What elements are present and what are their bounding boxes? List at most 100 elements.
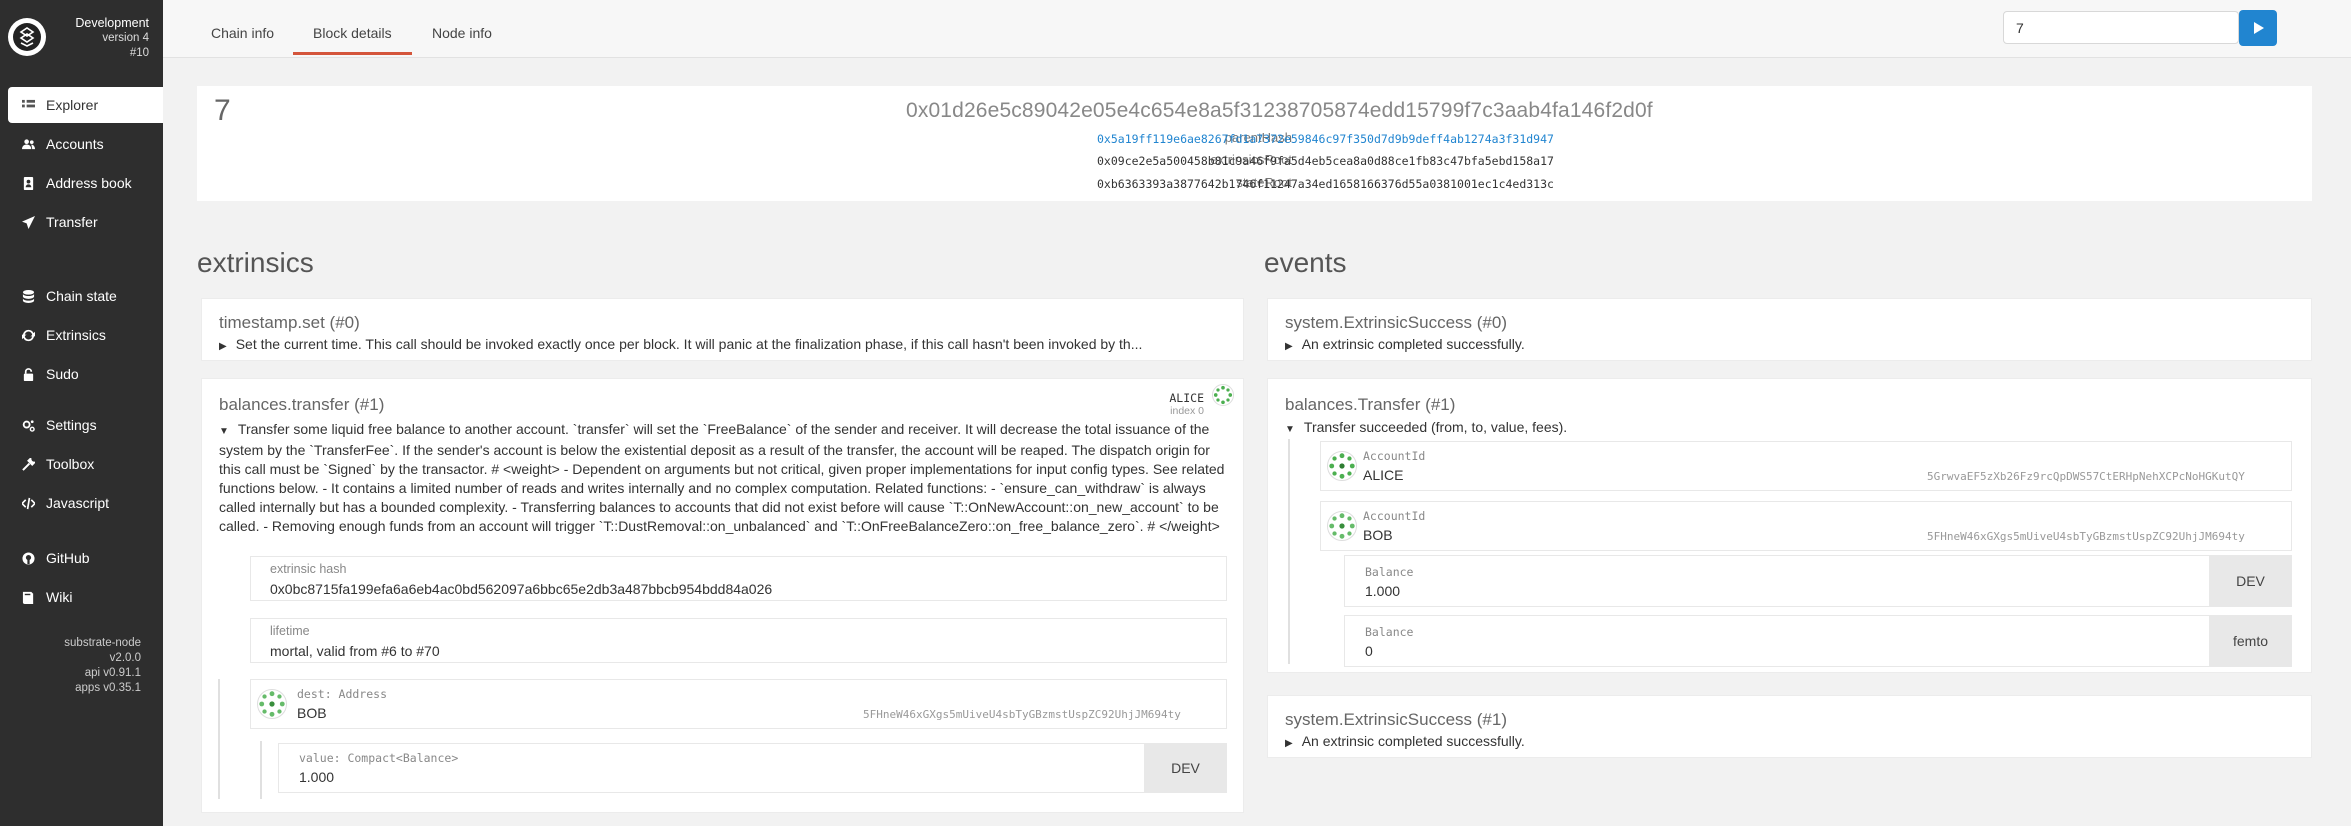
events-heading: events [1264, 247, 1347, 278]
sidebar-item-label: Javascript [46, 495, 110, 511]
from-address: 5GrwvaEF5zXb26Fz9rcQpDWS57CtERHpNehXCPcN… [1927, 470, 2245, 483]
sidebar-item-label: Sudo [46, 366, 79, 382]
field-label: extrinsic hash [270, 562, 347, 576]
value-unit: DEV [1144, 744, 1227, 792]
sidebar-item-extrinsics[interactable]: Extrinsics [8, 317, 163, 353]
extrinsic-description[interactable]: ▼ Transfer some liquid free balance to an… [219, 420, 1234, 536]
sidebar-item-accounts[interactable]: Accounts [8, 126, 163, 162]
field-label: lifetime [270, 624, 310, 638]
play-icon [2254, 22, 2264, 34]
block-header: 7 0x01d26e5c89042e05e4c654e8a5f312387058… [197, 86, 2312, 201]
sidebar-item-address-book[interactable]: Address book [8, 165, 163, 201]
extrinsic-card-transfer: balances.transfer (#1) ALICE index 0 ▼ Tr… [201, 378, 1244, 813]
extrinsic-hash-field: extrinsic hash 0x0bc8715fa199efa6a6eb4ac… [250, 556, 1227, 601]
api-version: api v0.91.1 [84, 667, 141, 679]
block-search-input[interactable] [2003, 11, 2239, 44]
sidebar-item-label: Extrinsics [46, 327, 106, 343]
field-label: Balance [1365, 625, 1414, 639]
sidebar-item-toolbox[interactable]: Toolbox [8, 446, 163, 482]
to-address: 5FHneW46xGXgs5mUiveU4sbTyGBzmstUspZC92Uh… [1927, 530, 2245, 543]
sidebar-item-transfer[interactable]: Transfer [8, 204, 163, 240]
state-root-value: 0xb6363393a3877642b1746f11247a34ed165816… [1097, 177, 1554, 191]
address-book-icon [20, 175, 36, 191]
event-card-transfer: balances.Transfer (#1) ▼ Transfer succeed… [1267, 378, 2312, 673]
tab-block-details[interactable]: Block details [293, 0, 412, 55]
event-title: system.ExtrinsicSuccess (#0) [1285, 313, 1507, 332]
event-params-divider [1288, 439, 1290, 664]
block-hash: 0x01d26e5c89042e05e4c654e8a5f31238705874… [906, 99, 1653, 122]
field-label: Balance [1365, 565, 1414, 579]
tab-node-info[interactable]: Node info [412, 0, 512, 55]
sidebar: Development version 4 #10 Explorer Accou… [0, 0, 163, 826]
event-title: system.ExtrinsicSuccess (#1) [1285, 710, 1507, 729]
value-param-field: value: Compact<Balance> 1.000 DEV [278, 743, 1227, 793]
event-description[interactable]: ▼ Transfer succeeded (from, to, value, fe… [1285, 418, 1567, 439]
sidebar-item-chain-state[interactable]: Chain state [8, 278, 163, 314]
extrinsics-heading: extrinsics [197, 247, 314, 278]
node-version: v2.0.0 [109, 652, 141, 664]
sidebar-item-sudo[interactable]: Sudo [8, 356, 163, 392]
event-description[interactable]: ▶ An extrinsic completed successfully. [1285, 732, 1525, 753]
github-icon [20, 550, 36, 566]
nav-group-main: Explorer Accounts Address book Transfer [8, 87, 163, 243]
substrate-logo-icon[interactable] [8, 18, 46, 56]
field-label: AccountId [1363, 509, 1426, 523]
sidebar-item-label: Address book [46, 175, 132, 191]
node-name: substrate-node [64, 637, 141, 649]
expand-caret-icon: ▶ [1285, 341, 1293, 352]
transfer-value-field: Balance 1.000 DEV [1344, 555, 2292, 607]
signer-identicon[interactable] [1212, 384, 1234, 406]
from-identicon[interactable] [1327, 451, 1357, 481]
nav-group-links: GitHub Wiki [8, 540, 163, 618]
event-card-success-0: system.ExtrinsicSuccess (#0) ▶ An extrins… [1267, 298, 2312, 361]
description-text: An extrinsic completed successfully. [1301, 336, 1525, 352]
nav-group-settings: Settings Toolbox Javascript [8, 407, 163, 524]
sidebar-item-label: Toolbox [46, 456, 95, 472]
dest-name: BOB [297, 705, 327, 721]
sync-icon [20, 327, 36, 343]
extrinsic-hash-value: 0x0bc8715fa199efa6a6eb4ac0bd562097a6bbc6… [270, 581, 773, 597]
sidebar-item-javascript[interactable]: Javascript [8, 485, 163, 521]
go-button[interactable] [2239, 10, 2277, 46]
explorer-icon [20, 97, 36, 113]
sidebar-item-label: Wiki [46, 589, 73, 605]
sidebar-item-label: Settings [46, 417, 97, 433]
chain-name: Development [75, 16, 149, 30]
sidebar-item-github[interactable]: GitHub [8, 540, 163, 576]
expand-caret-icon: ▶ [1285, 738, 1293, 749]
parent-hash-link[interactable]: 0x5a19ff119e6ae8267fd1a7372e59846c97f350… [1097, 132, 1554, 146]
dest-identicon[interactable] [257, 689, 287, 719]
signer-name: ALICE [1169, 391, 1204, 405]
event-title: balances.Transfer (#1) [1285, 395, 1456, 414]
sidebar-item-wiki[interactable]: Wiki [8, 579, 163, 615]
signer-index: index 0 [1170, 405, 1204, 417]
sidebar-item-explorer[interactable]: Explorer [8, 87, 163, 123]
extrinsic-title: timestamp.set (#0) [219, 313, 360, 332]
settings-icon [20, 417, 36, 433]
tab-chain-info[interactable]: Chain info [191, 0, 294, 55]
users-icon [20, 136, 36, 152]
description-text: Transfer succeeded (from, to, value, fee… [1303, 419, 1568, 435]
params-divider [218, 679, 220, 799]
description-text: Transfer some liquid free balance to ano… [219, 421, 1225, 534]
expand-caret-icon: ▶ [219, 341, 227, 352]
extrinsic-card-timestamp: timestamp.set (#0) ▶ Set the current time… [201, 298, 1244, 361]
runtime-version: version 4 [102, 32, 149, 44]
sidebar-item-label: Chain state [46, 288, 117, 304]
event-description[interactable]: ▶ An extrinsic completed successfully. [1285, 335, 1525, 356]
field-label: dest: Address [297, 687, 388, 701]
send-icon [20, 214, 36, 230]
from-name: ALICE [1363, 467, 1404, 483]
book-icon [20, 589, 36, 605]
to-identicon[interactable] [1327, 511, 1357, 541]
extrinsic-title: balances.transfer (#1) [219, 395, 385, 414]
transfer-fee-unit: femto [2209, 616, 2292, 666]
lifetime-value: mortal, valid from #6 to #70 [270, 643, 440, 659]
nav-group-developer: Chain state Extrinsics Sudo [8, 278, 163, 395]
sidebar-item-settings[interactable]: Settings [8, 407, 163, 443]
extrinsics-root-value: 0x09ce2e5a500458b81c9a46f9fa5d4eb5cea8a0… [1097, 154, 1554, 168]
event-card-success-1: system.ExtrinsicSuccess (#1) ▶ An extrins… [1267, 695, 2312, 758]
transfer-value-unit: DEV [2209, 556, 2292, 606]
extrinsic-description[interactable]: ▶ Set the current time. This call should … [219, 335, 1234, 356]
collapse-caret-icon: ▼ [1285, 424, 1295, 435]
